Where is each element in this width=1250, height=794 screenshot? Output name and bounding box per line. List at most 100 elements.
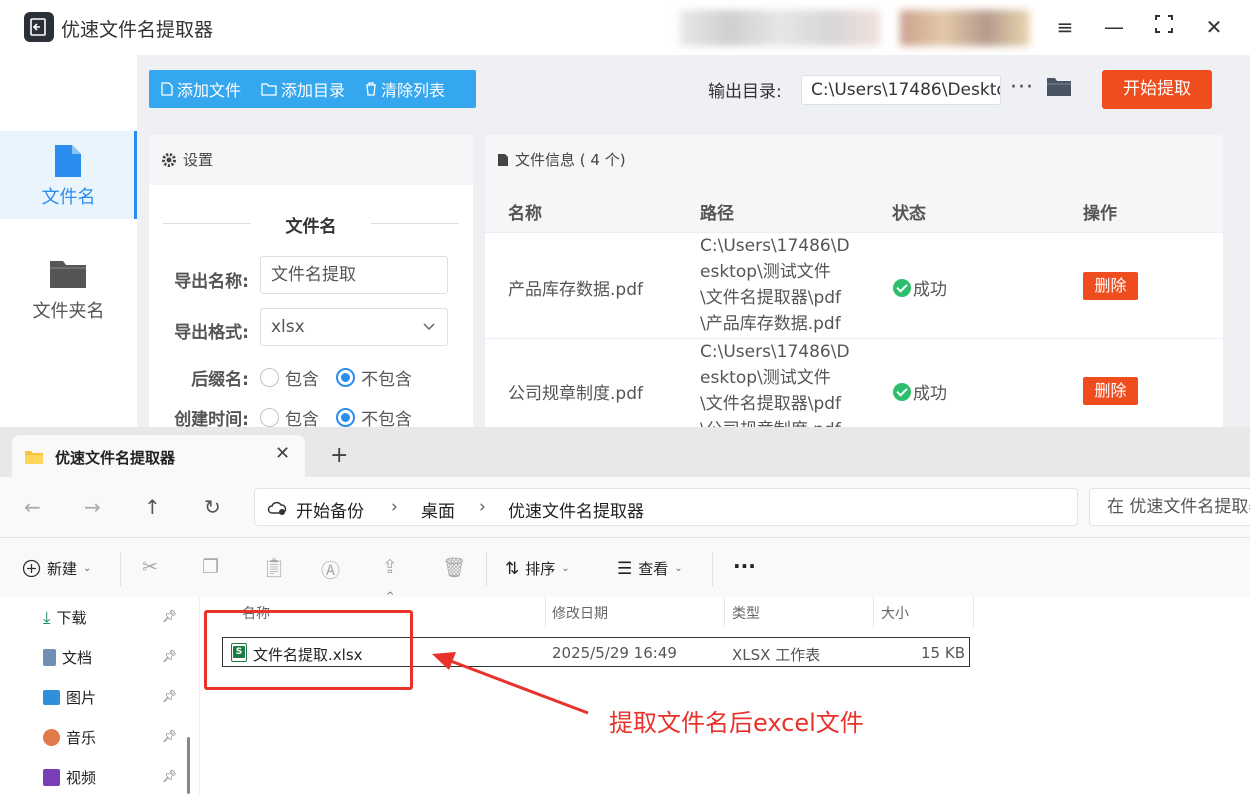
add-file-icon: [161, 82, 173, 96]
chevron-down-icon: ⌄: [674, 563, 683, 574]
gear-icon: [162, 153, 176, 167]
pin-icon[interactable]: 📌︎: [162, 689, 177, 703]
breadcrumb-separator: ›: [391, 497, 398, 517]
nav-scrollbar[interactable]: [187, 737, 190, 794]
open-folder-icon: [1047, 78, 1071, 96]
sidebar-item-foldername[interactable]: 文件夹名: [0, 245, 137, 333]
pin-icon[interactable]: 📌︎: [162, 609, 177, 623]
suffix-exclude-radio[interactable]: 不包含: [336, 365, 412, 390]
rename-icon[interactable]: Ⓐ: [321, 556, 340, 583]
status-cell: 成功: [893, 275, 947, 300]
nav-item-videos[interactable]: 视频: [43, 767, 96, 788]
share-icon[interactable]: ⇪: [382, 556, 398, 578]
add-dir-button[interactable]: 添加目录: [261, 77, 345, 101]
copy-icon[interactable]: ❐: [202, 556, 219, 578]
nav-item-downloads[interactable]: ⤓ 下载: [43, 607, 87, 628]
paste-icon[interactable]: 📋︎: [262, 556, 286, 579]
cut-icon[interactable]: ✂: [142, 556, 158, 578]
suffix-include-radio[interactable]: 包含: [260, 365, 319, 390]
start-extract-button[interactable]: 开始提取: [1102, 70, 1212, 109]
address-bar[interactable]: 开始备份 › 桌面 › 优速文件名提取器: [254, 488, 1078, 526]
up-arrow-icon[interactable]: ↑: [144, 495, 161, 519]
cloud-backup-icon: [267, 501, 287, 515]
pin-icon[interactable]: 📌︎: [162, 649, 177, 663]
main-content: 添加文件 添加目录 清除列表 输出目录: C:\Users\17486\Desk…: [137, 55, 1250, 440]
clear-list-button[interactable]: 清除列表: [365, 77, 445, 101]
new-tab-icon[interactable]: +: [330, 443, 348, 468]
explorer-tab-bar: 优速文件名提取器 ✕ +: [0, 427, 1250, 477]
sidebar: 文件名 文件夹名: [0, 55, 137, 430]
success-icon: [893, 382, 911, 401]
column-header-size[interactable]: 大小: [881, 603, 909, 623]
pin-icon[interactable]: 📌︎: [162, 769, 177, 783]
maximize-icon[interactable]: [1151, 14, 1177, 40]
view-button[interactable]: ☰ 查看 ⌄: [617, 558, 683, 579]
explorer-tab[interactable]: 优速文件名提取器 ✕: [12, 435, 305, 477]
menu-icon[interactable]: ≡: [1052, 14, 1078, 40]
more-options-button[interactable]: ···: [1010, 75, 1034, 100]
radio-label: 不包含: [361, 370, 412, 390]
open-folder-button[interactable]: [1046, 75, 1072, 101]
close-icon[interactable]: ✕: [1201, 14, 1227, 40]
export-format-select[interactable]: xlsx: [260, 308, 448, 346]
column-divider[interactable]: [724, 597, 725, 627]
suffix-label: 后缀名:: [191, 370, 249, 390]
output-dir-input[interactable]: C:\Users\17486\Deskto: [801, 75, 1001, 105]
tab-close-icon[interactable]: ✕: [275, 443, 290, 464]
search-input[interactable]: 在 优速文件名提取器: [1089, 488, 1250, 526]
refresh-icon[interactable]: ↻: [204, 495, 221, 519]
settings-header: 设置: [149, 135, 473, 185]
radio-circle: [260, 408, 279, 427]
chevron-down-icon: ⌄: [561, 563, 570, 574]
radio-circle-selected: [336, 368, 355, 387]
breadcrumb-current-folder[interactable]: 优速文件名提取器: [508, 497, 644, 522]
nav-item-pictures[interactable]: 图片: [43, 687, 96, 708]
sort-button[interactable]: ⇅ 排序 ⌄: [505, 558, 570, 579]
minimize-icon[interactable]: —: [1101, 14, 1127, 40]
delete-button[interactable]: 删除: [1083, 377, 1138, 405]
file-info-header: 文件信息 ( 4 个): [485, 135, 1223, 185]
export-name-input[interactable]: 文件名提取: [260, 256, 448, 294]
add-file-button[interactable]: 添加文件: [161, 77, 241, 101]
file-toolbar: 添加文件 添加目录 清除列表: [149, 70, 476, 108]
new-button[interactable]: 新建 ⌄: [22, 558, 91, 579]
divider: [486, 552, 487, 586]
sidebar-label-filename: 文件名: [41, 187, 96, 208]
breadcrumb-start-backup[interactable]: 开始备份: [296, 497, 364, 522]
document-icon: [498, 154, 508, 166]
add-dir-label: 添加目录: [281, 81, 346, 100]
music-icon: [43, 729, 60, 746]
pin-icon[interactable]: 📌︎: [162, 729, 177, 743]
column-divider[interactable]: [873, 597, 874, 627]
divider: [712, 552, 713, 586]
file-name-cell: 产品库存数据.pdf: [508, 280, 643, 300]
back-arrow-icon[interactable]: ←: [24, 495, 41, 519]
app-window: 优速文件名提取器 ≡ — ✕ 文件名 文件夹名 添加文件 添加目录 清除列表 输…: [0, 0, 1250, 440]
nav-item-music[interactable]: 音乐: [43, 727, 96, 748]
divider: [371, 223, 459, 224]
file-modified: 2025/5/29 16:49: [552, 644, 677, 662]
breadcrumb-desktop[interactable]: 桌面: [421, 497, 455, 522]
folder-icon: [25, 451, 43, 464]
sidebar-item-filename[interactable]: 文件名: [0, 131, 137, 219]
more-commands-button[interactable]: ···: [733, 554, 756, 578]
nav-item-documents[interactable]: 文档: [43, 647, 92, 668]
column-header-action: 操作: [1083, 204, 1117, 224]
radio-circle: [260, 368, 279, 387]
column-divider[interactable]: [973, 597, 974, 627]
delete-icon[interactable]: 🗑︎: [442, 556, 466, 579]
clear-list-label: 清除列表: [381, 81, 446, 100]
forward-arrow-icon[interactable]: →: [84, 495, 101, 519]
column-header-modified[interactable]: 修改日期: [552, 603, 608, 623]
add-file-label: 添加文件: [177, 81, 242, 100]
explorer-tab-title: 优速文件名提取器: [55, 449, 176, 467]
sort-up-icon: ^: [386, 591, 395, 602]
export-name-label: 导出名称:: [174, 272, 249, 292]
column-divider[interactable]: [545, 597, 546, 627]
title-bar: 优速文件名提取器 ≡ — ✕: [0, 0, 1250, 55]
highlight-box: [204, 610, 413, 690]
download-icon: ⤓: [43, 607, 51, 628]
file-icon: [55, 145, 81, 177]
delete-button[interactable]: 删除: [1083, 272, 1138, 300]
column-header-type[interactable]: 类型: [732, 603, 760, 623]
